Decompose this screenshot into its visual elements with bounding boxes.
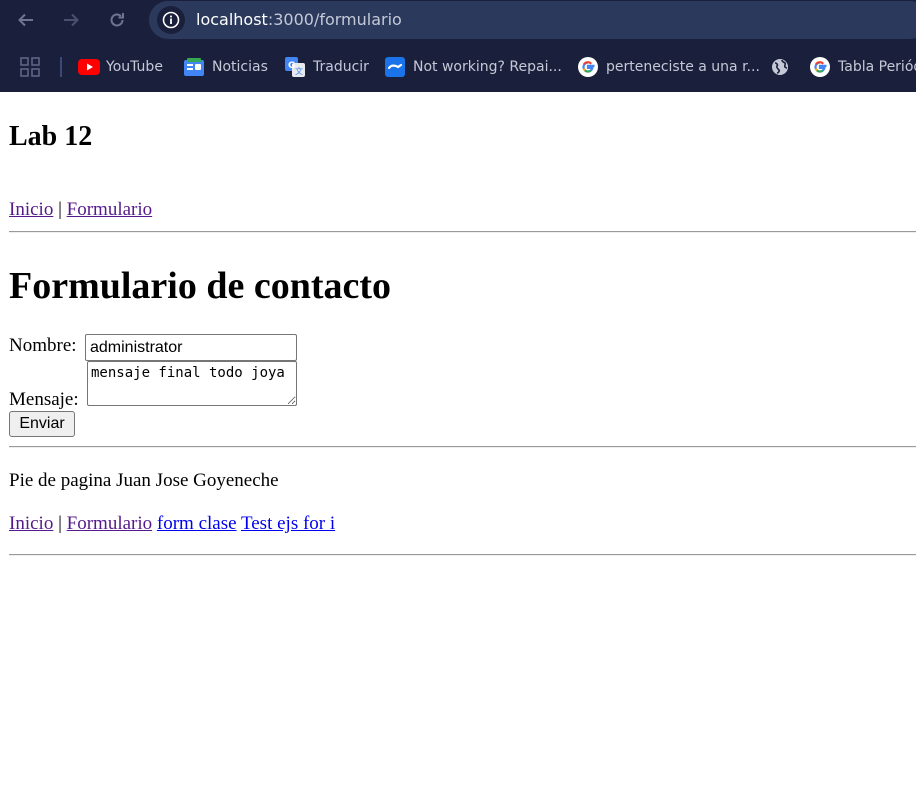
site-title: Lab 12 — [9, 121, 93, 152]
browser-toolbar: localhost:3000/formulario — [0, 0, 916, 41]
apps-button[interactable] — [20, 41, 40, 92]
bookmark-perteneciste[interactable]: perteneciste a una r... — [578, 41, 760, 92]
apps-grid-icon — [20, 56, 40, 77]
bookmark-label: YouTube — [106, 58, 163, 75]
footer-separator: | — [58, 513, 62, 534]
reload-button[interactable] — [104, 7, 130, 33]
youtube-icon — [78, 58, 100, 75]
nav-link-formulario[interactable]: Formulario — [67, 199, 153, 220]
url-host: localhost — [196, 10, 268, 29]
nombre-label: Nombre: — [9, 335, 77, 356]
page-title: Formulario de contacto — [9, 265, 392, 307]
footer-divider — [9, 554, 916, 556]
forward-button[interactable] — [58, 7, 84, 33]
header-nav: Inicio | Formulario — [9, 199, 152, 221]
bookmarks-separator — [60, 57, 62, 77]
bookmark-label: Tabla Periód — [838, 58, 916, 75]
bookmark-label: Traducir — [313, 58, 369, 75]
footer-link-form-clase[interactable]: form clase — [157, 513, 237, 534]
reload-icon — [110, 13, 124, 27]
url-text: localhost:3000/formulario — [196, 10, 402, 30]
nombre-input[interactable] — [85, 334, 297, 361]
footer-link-formulario[interactable]: Formulario — [67, 513, 153, 534]
svg-text:文: 文 — [295, 66, 303, 76]
google-icon — [810, 56, 830, 77]
mensaje-label: Mensaje: — [9, 389, 79, 410]
nav-separator: | — [58, 199, 62, 220]
bookmark-label: Noticias — [212, 58, 268, 75]
mensaje-textarea[interactable]: mensaje final todo joya — [87, 361, 297, 406]
forward-arrow-icon — [64, 13, 79, 27]
enviar-button[interactable]: Enviar — [9, 411, 75, 437]
google-icon — [578, 56, 598, 77]
footer-link-test-ejs[interactable]: Test ejs for i — [241, 513, 335, 534]
back-arrow-icon — [18, 13, 33, 27]
wrench-icon — [385, 56, 405, 77]
site-info-button[interactable] — [157, 6, 185, 34]
address-bar[interactable]: localhost:3000/formulario — [149, 1, 916, 39]
bookmark-not-working[interactable]: Not working? Repai... — [385, 41, 562, 92]
bookmark-label: perteneciste a una r... — [606, 58, 760, 75]
bookmark-globe[interactable] — [771, 41, 789, 92]
google-news-icon — [184, 57, 204, 76]
bookmarks-bar: YouTube Noticias G文 Traducir Not working… — [0, 41, 916, 92]
bookmark-tabla-periodica[interactable]: Tabla Periód — [810, 41, 916, 92]
page-content: Lab 12 Inicio | Formulario Formulario de… — [0, 92, 916, 798]
globe-icon — [772, 58, 788, 75]
header-divider — [9, 231, 916, 233]
footer-text: Pie de pagina Juan Jose Goyeneche — [9, 470, 279, 491]
footer-nav: Inicio | Formulario form clase Test ejs … — [9, 513, 335, 535]
bookmark-noticias[interactable]: Noticias — [184, 41, 268, 92]
bookmark-label: Not working? Repai... — [413, 58, 562, 75]
url-path: :3000/formulario — [267, 10, 402, 29]
footer-link-inicio[interactable]: Inicio — [9, 513, 53, 534]
nav-link-inicio[interactable]: Inicio — [9, 199, 53, 220]
bookmark-youtube[interactable]: YouTube — [78, 41, 163, 92]
form-divider — [9, 446, 916, 448]
back-button[interactable] — [13, 7, 39, 33]
bookmark-traducir[interactable]: G文 Traducir — [285, 41, 369, 92]
info-icon — [162, 11, 180, 29]
google-translate-icon: G文 — [285, 56, 305, 77]
